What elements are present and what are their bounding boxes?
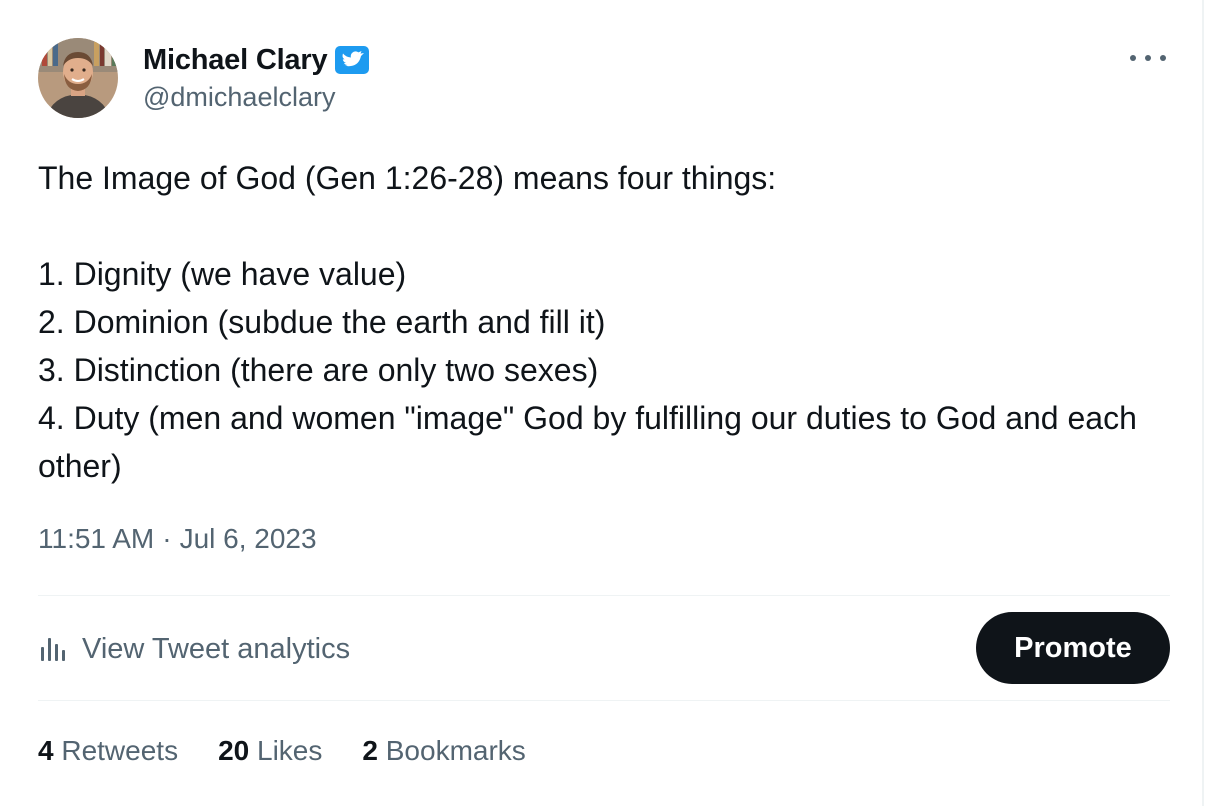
tweet-header: Michael Clary @dmichaelclary bbox=[38, 38, 1166, 120]
tweet-time[interactable]: 11:51 AM bbox=[38, 523, 154, 555]
name-row: Michael Clary bbox=[143, 42, 370, 78]
dot bbox=[1145, 55, 1151, 61]
tweet-line: 3. Distinction (there are only two sexes… bbox=[38, 352, 599, 388]
stat-retweets[interactable]: 4 Retweets bbox=[38, 735, 178, 767]
stat-label: Bookmarks bbox=[385, 735, 526, 766]
author-handle[interactable]: @dmichaelclary bbox=[143, 82, 369, 113]
analytics-label: View Tweet analytics bbox=[82, 632, 351, 665]
stat-label: Retweets bbox=[61, 735, 179, 766]
more-horizontal-icon[interactable] bbox=[1130, 46, 1166, 70]
tweet-line: 2. Dominion (subdue the earth and fill i… bbox=[38, 304, 606, 340]
timestamp-separator: · bbox=[162, 523, 172, 554]
avatar-photo bbox=[38, 38, 118, 118]
tweet-card: Michael Clary @dmichaelclary The Image o… bbox=[0, 0, 1204, 806]
stat-bookmarks[interactable]: 2 Bookmarks bbox=[362, 735, 525, 767]
promote-button[interactable]: Promote bbox=[976, 612, 1170, 684]
dot bbox=[1130, 55, 1136, 61]
bar-chart-icon bbox=[38, 634, 68, 664]
divider bbox=[38, 595, 1170, 596]
stat-count: 20 bbox=[218, 735, 250, 766]
tweet-line-blank bbox=[38, 202, 1178, 250]
tweet-line: 1. Dignity (we have value) bbox=[38, 256, 407, 292]
author-info: Michael Clary @dmichaelclary bbox=[143, 42, 370, 113]
display-name[interactable]: Michael Clary bbox=[143, 44, 328, 77]
divider bbox=[38, 700, 1170, 701]
stat-likes[interactable]: 20 Likes bbox=[218, 735, 322, 767]
tweet-timestamp[interactable]: 11:51 AM · Jul 6, 2023 bbox=[38, 523, 317, 555]
avatar[interactable] bbox=[38, 38, 118, 118]
view-analytics-link[interactable]: View Tweet analytics bbox=[38, 614, 350, 684]
stat-count: 2 bbox=[362, 735, 378, 766]
stat-count: 4 bbox=[38, 735, 54, 766]
tweet-date[interactable]: Jul 6, 2023 bbox=[180, 523, 317, 555]
verified-badge-icon[interactable] bbox=[335, 45, 370, 75]
dot bbox=[1160, 55, 1166, 61]
tweet-text: The Image of God (Gen 1:26-28) means fou… bbox=[38, 154, 1178, 490]
tweet-line: The Image of God (Gen 1:26-28) means fou… bbox=[38, 160, 777, 196]
tweet-line: 4. Duty (men and women "image" God by fu… bbox=[38, 400, 1137, 484]
stat-label: Likes bbox=[257, 735, 323, 766]
engagement-stats: 4 Retweets 20 Likes 2 Bookmarks bbox=[38, 735, 526, 767]
